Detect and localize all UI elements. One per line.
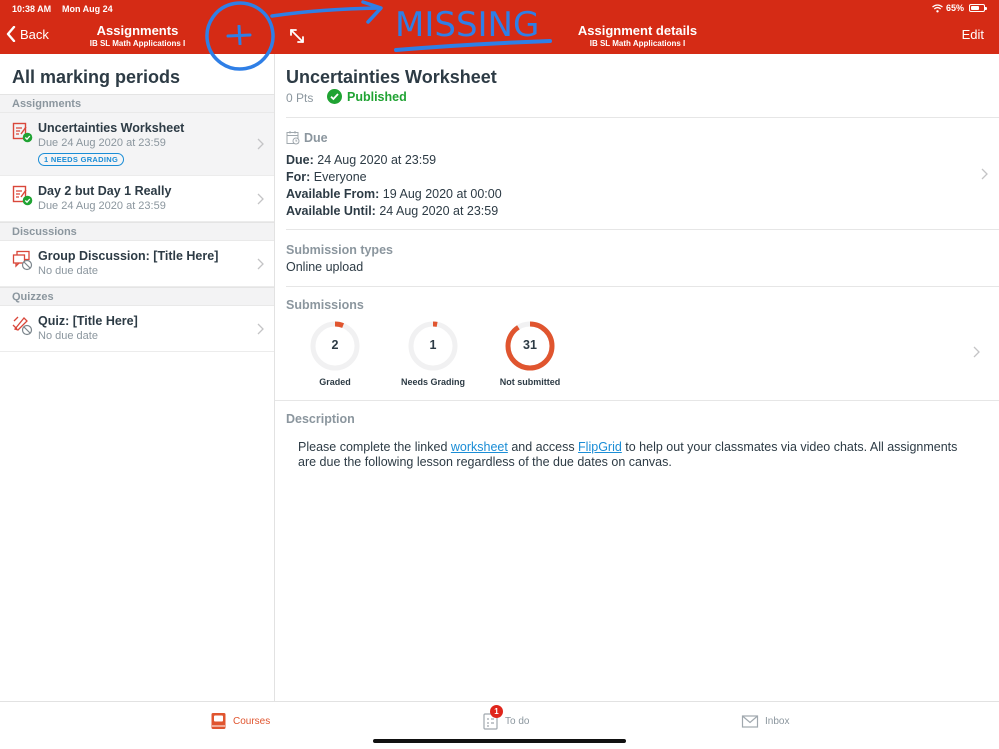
points: 0 Pts xyxy=(286,91,314,105)
nav-title: Assignment details xyxy=(577,23,698,38)
edit-button[interactable]: Edit xyxy=(962,27,984,42)
status-indicators: 65% xyxy=(932,3,987,13)
assignments-nav-title: Assignments IB SL Math Applications I xyxy=(70,23,205,48)
navigation-bar: 10:38 AM Mon Aug 24 65% Back Assignments… xyxy=(0,0,999,54)
due-section-label: Due xyxy=(304,131,328,145)
submission-label: Needs Grading xyxy=(400,377,465,387)
assignment-details-pane: Uncertainties Worksheet 0 Pts Published … xyxy=(275,54,999,701)
chevron-left-icon xyxy=(6,26,16,42)
chevron-right-icon xyxy=(981,168,988,180)
assignment-published-icon xyxy=(12,185,33,206)
needs-grading-badge: 1 NEEDS GRADING xyxy=(38,153,125,166)
description-part: Please complete the linked xyxy=(298,440,451,454)
published-label: Published xyxy=(347,89,407,104)
home-indicator[interactable] xyxy=(373,739,626,743)
courses-icon xyxy=(211,713,226,729)
section-header-quizzes: Quizzes xyxy=(0,287,274,306)
item-title: Day 2 but Day 1 Really xyxy=(38,184,172,198)
assignment-details-nav-title: Assignment details IB SL Math Applicatio… xyxy=(560,23,715,48)
plus-icon[interactable] xyxy=(225,25,253,45)
submission-label: Graded xyxy=(319,377,351,387)
status-time: 10:38 AM xyxy=(12,4,52,14)
nav-subtitle: IB SL Math Applications I xyxy=(89,39,186,48)
for-label: For: xyxy=(286,170,311,184)
tab-todo[interactable]: 1 To do xyxy=(482,705,530,730)
submission-count: 31 xyxy=(523,338,537,352)
due-value: 24 Aug 2020 at 23:59 xyxy=(317,153,437,167)
item-due-date: No due date xyxy=(38,330,98,342)
submission-types-value: Online upload xyxy=(286,260,364,274)
flipgrid-link[interactable]: FlipGrid xyxy=(578,440,622,454)
marking-period-heading[interactable]: All marking periods xyxy=(0,54,274,94)
submission-count: 2 xyxy=(331,338,339,352)
submissions-label: Submissions xyxy=(286,298,364,312)
available-until-label: Available Until: xyxy=(286,204,376,218)
tab-label: To do xyxy=(505,715,530,727)
description-part: and access xyxy=(507,440,579,454)
item-due-date: No due date xyxy=(38,265,98,277)
list-item[interactable]: Quiz: [Title Here] No due date xyxy=(0,306,274,352)
chevron-right-icon xyxy=(257,258,264,269)
due-label: Due: xyxy=(286,153,314,167)
back-button[interactable]: Back xyxy=(6,26,49,42)
available-from-value: 19 Aug 2020 at 00:00 xyxy=(382,187,502,201)
battery-percent: 65% xyxy=(945,3,964,13)
list-item[interactable]: Group Discussion: [Title Here] No due da… xyxy=(0,241,274,287)
list-item[interactable]: Day 2 but Day 1 Really Due 24 Aug 2020 a… xyxy=(0,176,274,222)
battery-level xyxy=(971,6,979,10)
due-details: Due: 24 Aug 2020 at 23:59 For: Everyone … xyxy=(286,152,502,220)
worksheet-link[interactable]: worksheet xyxy=(451,440,508,454)
discussion-unpublished-icon xyxy=(12,250,33,271)
divider xyxy=(286,117,999,118)
inbox-icon xyxy=(741,715,759,728)
status-date: Mon Aug 24 xyxy=(62,4,113,14)
available-from-label: Available From: xyxy=(286,187,380,201)
available-until-value: 24 Aug 2020 at 23:59 xyxy=(379,204,499,218)
divider xyxy=(286,229,999,230)
submission-count: 1 xyxy=(429,338,437,352)
nav-subtitle: IB SL Math Applications I xyxy=(589,39,686,48)
expand-arrows-icon[interactable] xyxy=(288,27,306,45)
item-title: Uncertainties Worksheet xyxy=(38,121,185,135)
assignment-title: Uncertainties Worksheet xyxy=(286,67,497,87)
published-status: Published xyxy=(327,89,407,104)
wifi-icon xyxy=(932,3,943,12)
submission-label: Not submitted xyxy=(499,377,561,387)
for-value: Everyone xyxy=(313,170,367,184)
chevron-right-icon xyxy=(973,346,980,358)
item-title: Quiz: [Title Here] xyxy=(38,314,138,328)
assignments-list-pane: All marking periods Assignments Uncertai… xyxy=(0,54,275,701)
list-item[interactable]: Uncertainties Worksheet Due 24 Aug 2020 … xyxy=(0,113,274,176)
section-header-discussions: Discussions xyxy=(0,222,274,241)
item-due-date: Due 24 Aug 2020 at 23:59 xyxy=(38,137,166,149)
item-title: Group Discussion: [Title Here] xyxy=(38,249,219,263)
tab-label: Inbox xyxy=(765,715,790,727)
back-label: Back xyxy=(20,26,49,42)
item-due-date: Due 24 Aug 2020 at 23:59 xyxy=(38,200,166,212)
description-label: Description xyxy=(286,412,355,426)
quiz-unpublished-icon xyxy=(12,316,33,336)
chevron-right-icon xyxy=(257,323,264,334)
divider xyxy=(275,400,999,401)
todo-count-badge: 1 xyxy=(490,705,503,718)
chevron-right-icon xyxy=(257,138,264,150)
chevron-right-icon xyxy=(257,193,264,204)
tab-label: Courses xyxy=(233,715,271,727)
nav-title: Assignments xyxy=(96,23,179,38)
calendar-clock-icon xyxy=(286,131,300,145)
section-header-assignments: Assignments xyxy=(0,94,274,113)
submission-types-label: Submission types xyxy=(286,243,393,257)
description-text: Please complete the linked worksheet and… xyxy=(298,440,978,470)
divider xyxy=(286,286,999,287)
tab-inbox[interactable]: Inbox xyxy=(741,712,789,730)
battery-icon xyxy=(969,4,987,12)
assignment-published-icon xyxy=(12,122,33,143)
check-circle-icon xyxy=(327,89,342,104)
tab-courses[interactable]: Courses xyxy=(210,712,270,730)
